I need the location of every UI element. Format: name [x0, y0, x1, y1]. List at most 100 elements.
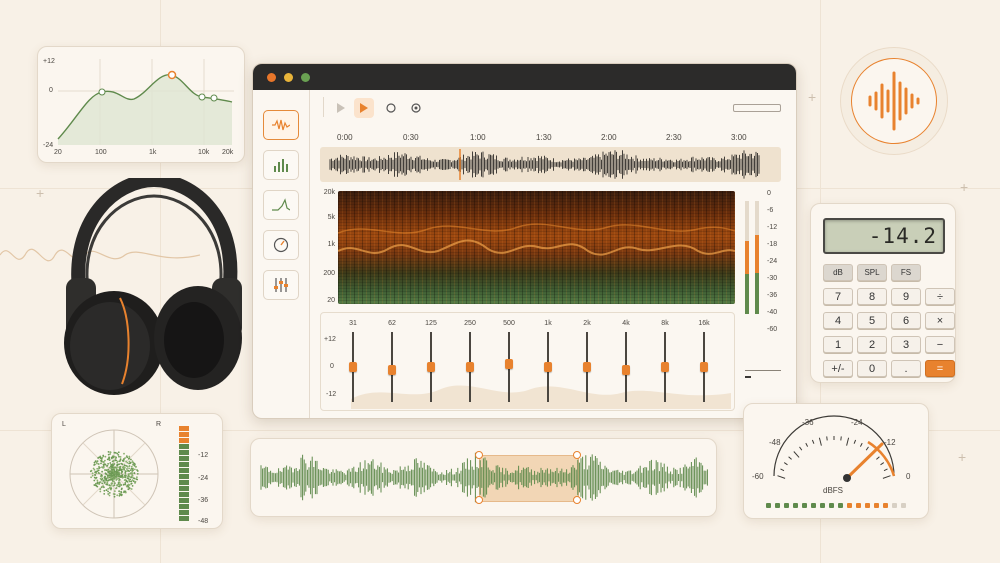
calculator-key[interactable]: .	[891, 360, 921, 377]
vectorscope-sample	[113, 495, 116, 498]
window-zoom-button[interactable]	[301, 73, 310, 82]
vu-tick-mark	[880, 462, 885, 466]
vectorscope-sample	[131, 473, 133, 476]
selection-handle[interactable]	[475, 451, 483, 459]
vectorscope-sample	[123, 452, 125, 455]
audio-editor-window: 0:00 0:30 1:00 1:30 2:00 2:30 3:00 20k 5…	[252, 63, 797, 419]
vu-tick: -48	[769, 438, 781, 447]
window-minimize-button[interactable]	[284, 73, 293, 82]
vectorscope-sample	[128, 487, 131, 489]
sidebar-envelope-tool[interactable]	[263, 190, 299, 220]
vu-tick: -12	[884, 438, 896, 447]
calculator-key[interactable]: 7	[823, 288, 853, 305]
window-close-button[interactable]	[267, 73, 276, 82]
calculator-key[interactable]: FS	[891, 264, 921, 281]
eq-band-slider-knob[interactable]	[544, 362, 552, 372]
vu-tick-mark	[805, 442, 809, 447]
vectorscope-sample	[116, 452, 119, 455]
vectorscope-sample	[136, 473, 139, 475]
timeline-label: 0:30	[403, 133, 419, 142]
loop-button[interactable]	[406, 98, 426, 118]
vectorscope-sample	[103, 493, 106, 495]
vectorscope-sample	[136, 470, 139, 472]
vectorscope-level-segment	[179, 492, 189, 497]
vectorscope-sample	[111, 482, 114, 485]
calculator-key[interactable]: ×	[925, 312, 955, 329]
calculator-key[interactable]: dB	[823, 264, 853, 281]
vectorscope-sample	[133, 477, 136, 480]
zoom-slider[interactable]	[733, 104, 781, 112]
vu-led	[838, 503, 843, 508]
meter-scroll-handle[interactable]	[745, 376, 751, 378]
eq-band-slider-knob[interactable]	[622, 364, 630, 375]
calculator-key[interactable]: +/-	[823, 360, 853, 377]
eq-curve-xtick: 100	[95, 149, 107, 156]
level-meter-tick: -24	[767, 258, 778, 265]
calculator-key[interactable]: =	[925, 360, 955, 377]
overview-waveform[interactable]	[320, 147, 781, 182]
calculator-key[interactable]: 9	[891, 288, 921, 305]
eq-band-slider-knob[interactable]	[505, 359, 513, 370]
vectorscope-sample	[99, 456, 101, 459]
calculator-key[interactable]: 6	[891, 312, 921, 329]
eq-band-slider-knob[interactable]	[388, 364, 396, 375]
calculator-key[interactable]: 1	[823, 336, 853, 353]
sidebar-bars-tool[interactable]	[263, 150, 299, 180]
vectorscope-sample	[131, 472, 134, 474]
calculator-key[interactable]: 0	[857, 360, 887, 377]
selection-handle[interactable]	[573, 496, 581, 504]
level-meter-right-body	[755, 273, 759, 314]
sidebar-mixer-tool[interactable]	[263, 270, 299, 300]
mixer-icon	[274, 278, 288, 292]
eq-band-slider-knob[interactable]	[466, 362, 474, 372]
selection-handle[interactable]	[475, 496, 483, 504]
sidebar-waveform-tool[interactable]	[263, 110, 299, 140]
vectorscope-sample	[119, 456, 122, 458]
vectorscope-sample	[126, 484, 129, 487]
vectorscope-sample	[103, 489, 106, 492]
calculator-display: -14.2	[823, 218, 945, 254]
vectorscope-sample	[116, 464, 118, 467]
calculator-key[interactable]: 3	[891, 336, 921, 353]
vectorscope-sample	[113, 455, 116, 458]
vectorscope-sample	[107, 493, 110, 495]
vu-tick-mark	[853, 439, 857, 444]
vectorscope-sample	[110, 456, 113, 459]
vectorscope-sample	[125, 460, 127, 463]
vectorscope-sample	[115, 459, 118, 462]
play-button[interactable]	[331, 98, 351, 118]
vectorscope-sample	[117, 482, 120, 484]
selection-handle[interactable]	[573, 451, 581, 459]
spectrogram-view[interactable]	[338, 191, 735, 304]
eq-band-slider-knob[interactable]	[661, 362, 669, 372]
vu-tick-mark	[859, 442, 863, 447]
calculator-key[interactable]: SPL	[857, 264, 887, 281]
vectorscope-sample	[135, 465, 137, 468]
vu-tick-mark	[846, 437, 850, 446]
eq-band-slider-knob[interactable]	[427, 362, 435, 372]
vectorscope-level-segment	[179, 516, 189, 521]
vectorscope-level-segment	[179, 462, 189, 467]
vectorscope-sample	[125, 455, 128, 457]
record-button[interactable]	[381, 98, 401, 118]
play-active-button[interactable]	[354, 98, 374, 118]
vectorscope-sample	[119, 458, 122, 461]
calculator-key[interactable]: 4	[823, 312, 853, 329]
vu-led	[865, 503, 870, 508]
calculator-key[interactable]: ÷	[925, 288, 955, 305]
eq-band-slider-knob[interactable]	[349, 362, 357, 372]
eq-band-slider-knob[interactable]	[700, 362, 708, 372]
calculator-key[interactable]: −	[925, 336, 955, 353]
vectorscope-sample	[103, 463, 106, 466]
vectorscope-sample	[102, 466, 104, 469]
calculator-key[interactable]: 5	[857, 312, 887, 329]
eq-band-slider-knob[interactable]	[583, 362, 591, 372]
sidebar-gauge-tool[interactable]	[263, 230, 299, 260]
calculator-key[interactable]: 8	[857, 288, 887, 305]
eq-curve-ytick: +12	[43, 58, 55, 65]
vectorscope-sample	[115, 487, 117, 490]
vectorscope-sample	[118, 455, 120, 458]
calculator-key[interactable]: 2	[857, 336, 887, 353]
vectorscope-sample	[116, 475, 119, 478]
vectorscope-sample	[131, 485, 134, 487]
